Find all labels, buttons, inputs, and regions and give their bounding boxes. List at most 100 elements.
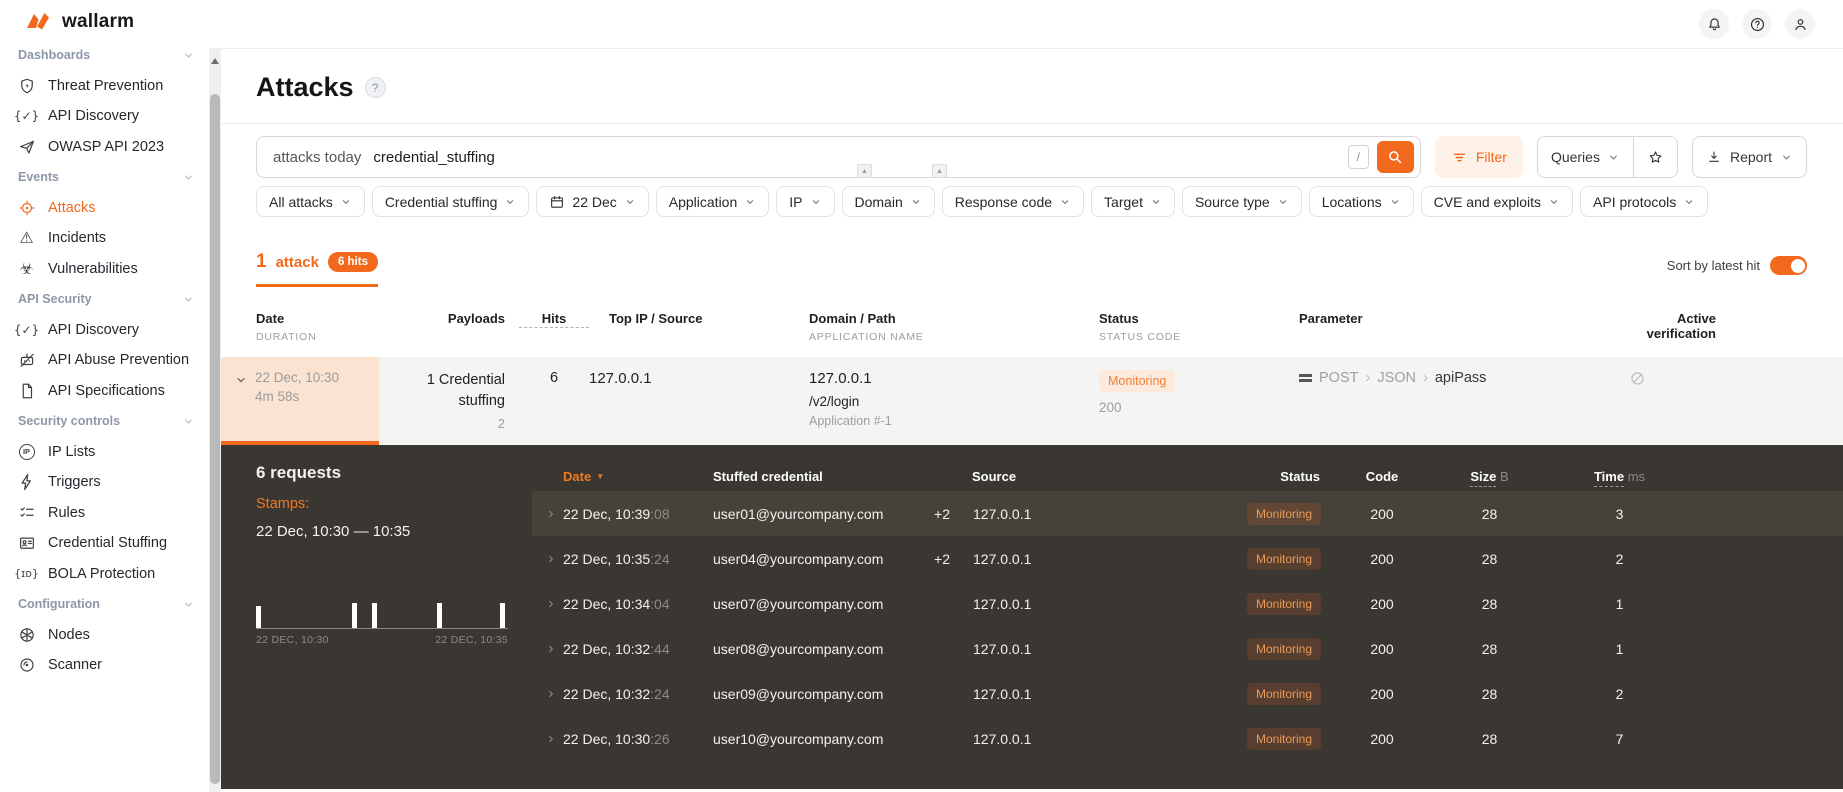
filter-chip-all-attacks[interactable]: All attacks	[256, 186, 365, 217]
page-help-icon[interactable]: ?	[364, 77, 386, 98]
notifications-button[interactable]	[1699, 9, 1729, 39]
sidebar-section-events[interactable]: Events	[0, 162, 209, 193]
nodes-icon	[17, 625, 36, 644]
filter-chip-credential-stuffing[interactable]: Credential stuffing	[371, 186, 530, 217]
request-date-cell: 22 Dec, 10:30:26	[532, 731, 707, 747]
sidebar-item-vulnerabilities[interactable]: ☣ Vulnerabilities	[0, 254, 209, 285]
scrollbar-up-arrow-icon[interactable]	[211, 56, 219, 64]
scrollbar-thumb[interactable]	[210, 94, 220, 784]
sidebar-item-owasp-api-2023[interactable]: OWASP API 2023	[0, 132, 209, 163]
filter-chip-source-type[interactable]: Source type	[1181, 186, 1302, 217]
sidebar-item-attacks[interactable]: Attacks	[0, 193, 209, 224]
request-row[interactable]: 22 Dec, 10:32:24 user09@yourcompany.com 12…	[532, 671, 1843, 716]
expand-chevron-icon[interactable]	[545, 508, 557, 520]
filter-chip-target[interactable]: Target	[1091, 186, 1175, 217]
sidebar-item-credential-stuffing[interactable]: Credential Stuffing	[0, 528, 209, 559]
favorite-queries-button[interactable]	[1632, 137, 1677, 177]
sidebar-item-threat-prevention[interactable]: Threat Prevention	[0, 71, 209, 102]
req-col-date[interactable]: Date ▼	[532, 469, 707, 484]
sidebar-item-api-discovery[interactable]: {✓} API Discovery	[0, 315, 209, 346]
topbar-actions	[1699, 9, 1815, 39]
stuffed-credential: user04@yourcompany.com	[713, 550, 884, 567]
filter-chip-api-protocols[interactable]: API protocols	[1580, 186, 1709, 217]
sidebar-item-label: Rules	[48, 504, 86, 521]
col-hits[interactable]: Hits	[519, 309, 589, 343]
request-time: 1	[1615, 595, 1624, 612]
sidebar-item-ip-lists[interactable]: IP IP Lists	[0, 437, 209, 468]
chevron-down-icon	[182, 598, 195, 611]
sidebar-item-api-specifications[interactable]: API Specifications	[0, 376, 209, 407]
request-source: 127.0.0.1	[973, 685, 1032, 702]
filter-button[interactable]: Filter	[1434, 136, 1523, 178]
sidebar-scrollbar[interactable]	[209, 48, 221, 792]
credential-extra-count[interactable]: +2	[934, 506, 950, 522]
sidebar-section-security-controls[interactable]: Security controls	[0, 406, 209, 437]
search-icon	[1386, 148, 1404, 166]
filter-chip-locations[interactable]: Locations	[1308, 186, 1414, 217]
request-row[interactable]: 22 Dec, 10:35:24 user04@yourcompany.com +2…	[532, 536, 1843, 581]
star-icon	[1647, 149, 1664, 166]
req-col-time[interactable]: Time ms	[1542, 468, 1697, 487]
attack-path[interactable]: /v2/login	[809, 394, 1099, 409]
request-date-cell: 22 Dec, 10:39:08	[532, 506, 707, 522]
attack-domain[interactable]: 127.0.0.1	[809, 370, 1099, 387]
wallarm-logo[interactable]: wallarm	[26, 10, 134, 34]
sort-toggle[interactable]	[1770, 256, 1807, 275]
report-button[interactable]: Report	[1691, 136, 1807, 178]
request-time: 3	[1615, 505, 1624, 522]
sidebar-item-incidents[interactable]: ⚠ Incidents	[0, 223, 209, 254]
search-button[interactable]	[1376, 141, 1414, 173]
account-button[interactable]	[1785, 9, 1815, 39]
sidebar-item-scanner[interactable]: Scanner	[0, 650, 209, 681]
attacks-count-tab[interactable]: 1 attack 6 hits	[256, 251, 378, 287]
search-input[interactable]: attacks today credential_stuffing /	[256, 136, 1421, 178]
ui-artifact: ▲	[932, 164, 947, 178]
sidebar-item-bola-protection[interactable]: {ɪᴅ} BOLA Protection	[0, 559, 209, 590]
sidebar-item-api-abuse-prevention[interactable]: API Abuse Prevention	[0, 345, 209, 376]
attack-row[interactable]: 22 Dec, 10:30 4m 58s 1 Credential stuffi…	[221, 357, 1843, 445]
sidebar-item-nodes[interactable]: Nodes	[0, 620, 209, 651]
req-col-size[interactable]: Size B	[1437, 468, 1542, 487]
queries-button[interactable]: Queries	[1537, 137, 1633, 177]
filter-chip-application[interactable]: Application	[655, 186, 770, 217]
bot-crossed-icon	[17, 351, 36, 370]
chip-label: Application	[668, 193, 738, 210]
help-button[interactable]	[1742, 9, 1772, 39]
request-source: 127.0.0.1	[973, 640, 1032, 657]
wallarm-logo-text: wallarm	[62, 11, 135, 32]
request-row[interactable]: 22 Dec, 10:32:44 user08@yourcompany.com 12…	[532, 626, 1843, 671]
verification-disabled-icon[interactable]	[1629, 370, 1716, 387]
sidebar-section-configuration[interactable]: Configuration	[0, 589, 209, 620]
sidebar-section-dashboards[interactable]: Dashboards	[0, 48, 209, 71]
filter-chip-ip[interactable]: IP	[776, 186, 835, 217]
sidebar-item-api-discovery[interactable]: {✓} API Discovery	[0, 101, 209, 132]
expand-chevron-icon[interactable]	[545, 553, 557, 565]
expand-chevron-icon[interactable]	[545, 733, 557, 745]
expand-chevron-icon[interactable]	[545, 643, 557, 655]
req-col-status: Status	[1280, 468, 1320, 484]
sidebar: Dashboards Threat Prevention {✓} API Discov…	[0, 48, 209, 792]
filter-chip-response-code[interactable]: Response code	[941, 186, 1085, 217]
request-row[interactable]: 22 Dec, 10:39:08 user01@yourcompany.com +2…	[532, 491, 1843, 536]
credential-extra-count[interactable]: +2	[934, 551, 950, 567]
page-header: Attacks ?	[221, 48, 1843, 103]
chevron-down-icon	[1059, 196, 1071, 208]
stamps-link[interactable]: Stamps:	[256, 496, 532, 512]
help-circle-icon	[1749, 16, 1766, 33]
request-row[interactable]: 22 Dec, 10:30:26 user10@yourcompany.com 12…	[532, 716, 1843, 761]
sidebar-item-rules[interactable]: Rules	[0, 498, 209, 529]
chevron-down-icon	[504, 196, 516, 208]
request-date-cell: 22 Dec, 10:35:24	[532, 551, 707, 567]
request-row[interactable]: 22 Dec, 10:34:04 user07@yourcompany.com 12…	[532, 581, 1843, 626]
payload-type[interactable]: 1 Credential stuffing	[379, 370, 505, 412]
filter-chip-domain[interactable]: Domain	[841, 186, 935, 217]
expand-chevron-icon[interactable]	[545, 598, 557, 610]
filter-chip-22-dec[interactable]: 22 Dec	[536, 186, 649, 217]
attack-application: Application #-1	[809, 414, 892, 428]
filter-chip-cve-and-exploits[interactable]: CVE and exploits	[1420, 186, 1574, 217]
sidebar-item-triggers[interactable]: Triggers	[0, 467, 209, 498]
sidebar-section-api-security[interactable]: API Security	[0, 284, 209, 315]
collapse-chevron-icon[interactable]	[234, 373, 248, 441]
attack-date-cell[interactable]: 22 Dec, 10:30 4m 58s	[221, 357, 379, 445]
expand-chevron-icon[interactable]	[545, 688, 557, 700]
